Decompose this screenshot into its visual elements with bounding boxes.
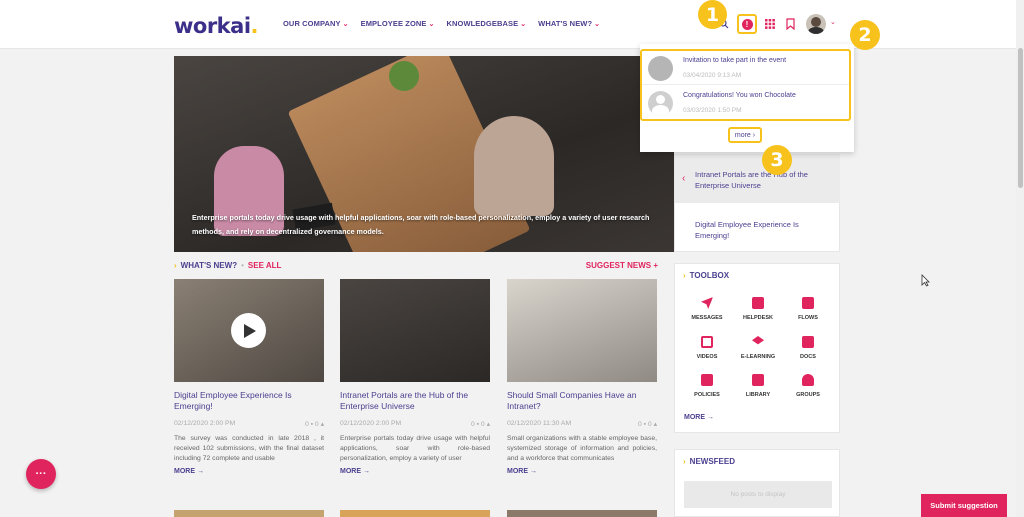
toolbox-more-link[interactable]: MORE → — [684, 414, 714, 421]
slider-item[interactable]: Digital Employee Experience Is Emerging! — [675, 205, 840, 253]
news-thumbnail[interactable] — [340, 279, 490, 382]
section-title: WHAT'S NEW? — [180, 261, 238, 270]
notifications-dropdown: Invitation to take part in the event 03/… — [640, 44, 854, 152]
scrollbar-thumb[interactable] — [1018, 48, 1023, 188]
graduation-cap-icon — [752, 336, 764, 345]
annotation-marker-2: 2 — [850, 20, 880, 50]
tool-flows[interactable]: FLOWS — [783, 297, 833, 321]
hero-banner[interactable]: Enterprise portals today drive usage wit… — [174, 56, 674, 252]
notification-avatar — [648, 56, 673, 81]
apps-grid-icon[interactable] — [762, 16, 778, 32]
alert-icon: ! — [741, 18, 753, 30]
user-avatar[interactable] — [806, 14, 826, 34]
notification-item[interactable]: Congratulations! You won Chocolate 03/03… — [642, 86, 849, 120]
tool-messages[interactable]: MESSAGES — [682, 297, 732, 321]
tool-library[interactable]: LIBRARY — [733, 374, 783, 398]
news-thumbnail[interactable] — [340, 510, 490, 517]
chevron-down-icon: ⌄ — [428, 21, 435, 28]
notification-text: Invitation to take part in the event — [683, 57, 787, 64]
contact-card-icon — [752, 297, 764, 309]
news-thumbnail[interactable] — [507, 279, 657, 382]
documents-icon — [802, 336, 814, 348]
checklist-icon — [802, 297, 814, 309]
news-date: 02/12/2020 11:30 AM — [507, 420, 572, 427]
tool-policies[interactable]: POLICIES — [682, 374, 732, 398]
annotation-marker-1: 1 — [698, 0, 727, 29]
main-nav: OUR COMPANY ⌄ EMPLOYEE ZONE ⌄ KNOWLEDGEBAS… — [283, 19, 600, 28]
news-card[interactable]: Digital Employee Experience Is Emerging!… — [174, 279, 324, 475]
book-icon — [752, 374, 764, 386]
news-date: 02/12/2020 2:00 PM — [174, 420, 236, 427]
newsfeed-title: NEWSFEED — [689, 457, 736, 466]
newsfeed-empty-state: No posts to display — [684, 481, 832, 508]
more-link[interactable]: MORE → — [174, 468, 324, 475]
bookmark-icon[interactable] — [782, 16, 798, 32]
slider-item[interactable]: ‹ Intranet Portals are the Hub of the En… — [675, 155, 840, 203]
chevron-left-icon[interactable]: ‹ — [682, 173, 685, 184]
more-link[interactable]: MORE → — [340, 468, 490, 475]
notifications-button[interactable]: ! — [737, 14, 757, 34]
group-icon — [802, 374, 814, 386]
notification-list: Invitation to take part in the event 03/… — [640, 49, 851, 121]
chevron-down-icon: ⌄ — [594, 21, 601, 28]
see-all-link[interactable]: SEE ALL — [248, 261, 281, 270]
tool-videos[interactable]: VIDEOS — [682, 336, 732, 360]
chevron-right-icon: › — [174, 261, 177, 270]
news-title[interactable]: Intranet Portals are the Hub of the Ente… — [340, 390, 490, 414]
paper-plane-icon — [701, 297, 713, 309]
nav-knowledgebase[interactable]: KNOWLEDGEBASE ⌄ — [446, 19, 526, 28]
news-excerpt: Small organizations with a stable employ… — [507, 435, 657, 462]
news-thumbnail[interactable] — [174, 510, 324, 517]
hero-caption: Enterprise portals today drive usage wit… — [192, 213, 650, 236]
notification-date: 03/04/2020 9:13 AM — [683, 72, 742, 79]
user-placeholder-icon — [648, 91, 673, 116]
play-icon[interactable] — [231, 313, 266, 348]
news-excerpt: The survey was conducted in late 2018 , … — [174, 435, 324, 462]
quick-actions-button[interactable]: ··· — [26, 459, 56, 489]
chevron-down-icon[interactable]: ⌄ — [830, 18, 836, 26]
comment-like-counts: 0 ▪ 0 ▴ — [304, 421, 324, 428]
clipboard-icon — [701, 374, 713, 386]
featured-slider: ‹ Intranet Portals are the Hub of the En… — [674, 154, 840, 252]
suggest-news-link[interactable]: SUGGEST NEWS + — [586, 261, 658, 270]
mouse-cursor-icon — [921, 274, 930, 290]
more-link[interactable]: MORE → — [507, 468, 657, 475]
news-thumbnail[interactable] — [174, 279, 324, 382]
submit-suggestion-button[interactable]: Submit suggestion — [921, 494, 1007, 517]
toolbox-panel: › TOOLBOX MESSAGES HELPDESK FLOWS VIDEOS … — [674, 263, 840, 433]
chevron-down-icon: ⌄ — [342, 21, 349, 28]
whats-new-header: › WHAT'S NEW? • SEE ALL SUGGEST NEWS + — [174, 261, 658, 270]
tool-groups[interactable]: GROUPS — [783, 374, 833, 398]
notification-text: Congratulations! You won Chocolate — [683, 92, 796, 99]
notifications-more-link[interactable]: more › — [728, 127, 762, 143]
annotation-marker-3: 3 — [762, 145, 792, 175]
nav-our-company[interactable]: OUR COMPANY ⌄ — [283, 19, 349, 28]
workai-logo[interactable]: workai. — [174, 14, 259, 38]
news-thumbnail[interactable] — [507, 510, 657, 517]
notification-date: 03/03/2020 1:50 PM — [683, 107, 742, 114]
toolbox-title: TOOLBOX — [689, 271, 730, 280]
tool-docs[interactable]: DOCS — [783, 336, 833, 360]
chevron-right-icon: › — [683, 271, 686, 280]
tool-e-learning[interactable]: E-LEARNING — [733, 336, 783, 360]
news-card[interactable]: Should Small Companies Have an Intranet?… — [507, 279, 657, 475]
nav-whats-new[interactable]: WHAT'S NEW? ⌄ — [538, 19, 600, 28]
notification-item[interactable]: Invitation to take part in the event 03/… — [642, 51, 849, 85]
news-title[interactable]: Should Small Companies Have an Intranet? — [507, 390, 657, 414]
newsfeed-panel: › NEWSFEED No posts to display — [674, 449, 840, 517]
chevron-down-icon: ⌄ — [520, 21, 527, 28]
chevron-right-icon: › — [683, 457, 686, 466]
comment-like-counts: 0 ▪ 0 ▴ — [637, 421, 657, 428]
news-card[interactable]: Intranet Portals are the Hub of the Ente… — [340, 279, 490, 475]
tool-helpdesk[interactable]: HELPDESK — [733, 297, 783, 321]
comment-like-counts: 0 ▪ 0 ▴ — [470, 421, 490, 428]
news-date: 02/12/2020 2:00 PM — [340, 420, 402, 427]
news-excerpt: Enterprise portals today drive usage wit… — [340, 435, 490, 462]
news-title[interactable]: Digital Employee Experience Is Emerging! — [174, 390, 324, 414]
nav-employee-zone[interactable]: EMPLOYEE ZONE ⌄ — [361, 19, 435, 28]
video-icon — [701, 336, 713, 348]
